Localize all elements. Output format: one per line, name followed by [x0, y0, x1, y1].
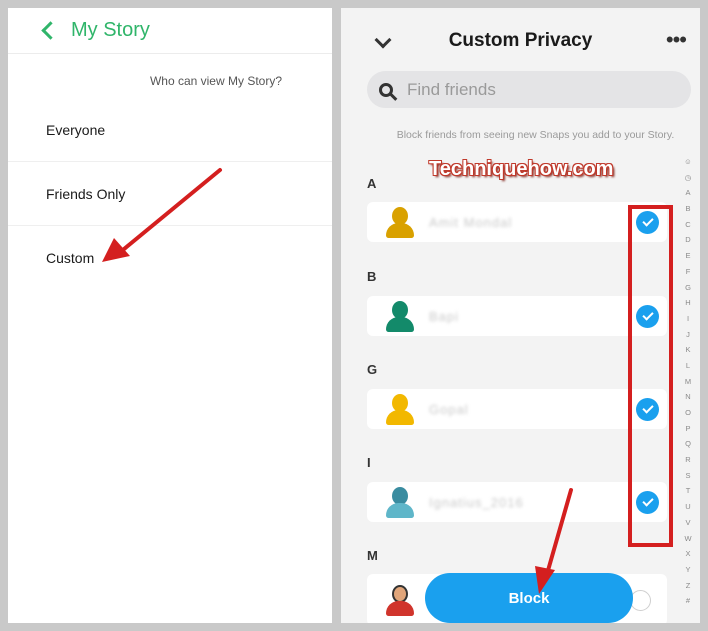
option-custom[interactable]: Custom	[8, 226, 332, 290]
friend-name: Bapi	[429, 308, 460, 324]
alphabet-index-letter[interactable]: J	[686, 327, 690, 343]
alphabet-index-letter[interactable]: ☺	[684, 154, 692, 170]
search-icon	[379, 82, 393, 97]
friend-name: Amit Mondal	[429, 214, 513, 230]
alphabet-index-letter[interactable]: V	[685, 515, 690, 531]
highlight-box	[628, 205, 673, 547]
alphabet-index-letter[interactable]: M	[685, 374, 691, 390]
custom-privacy-panel: Custom Privacy ••• Find friends Block fr…	[341, 8, 700, 623]
alphabet-index-letter[interactable]: W	[684, 531, 691, 547]
alphabet-index-letter[interactable]: L	[686, 358, 690, 374]
friend-row[interactable]: Amit Mondal	[367, 202, 667, 242]
watermark: Techniquehow.com	[429, 158, 614, 180]
alphabet-index-letter[interactable]: X	[685, 546, 690, 562]
alphabet-index-letter[interactable]: Z	[686, 578, 691, 594]
alphabet-index-letter[interactable]: N	[685, 389, 690, 405]
alphabet-index-letter[interactable]: B	[685, 201, 690, 217]
block-button[interactable]: Block	[425, 573, 633, 623]
alphabet-index-letter[interactable]: P	[685, 421, 690, 437]
page-title: My Story	[71, 19, 150, 41]
alphabet-index-letter[interactable]: ◷	[685, 170, 692, 186]
avatar	[385, 206, 415, 238]
avatar	[385, 393, 415, 425]
alphabet-index-letter[interactable]: Q	[685, 436, 691, 452]
alphabet-index-letter[interactable]: S	[685, 468, 690, 484]
alphabet-index-letter[interactable]: R	[685, 452, 690, 468]
friend-name: Gopal	[429, 401, 469, 417]
unchecked-circle-icon[interactable]	[630, 590, 651, 611]
alphabet-index-letter[interactable]: Y	[685, 562, 690, 578]
friend-row[interactable]: Bapi	[367, 296, 667, 336]
alphabet-index-letter[interactable]: C	[685, 217, 690, 233]
section-letter-i: I	[367, 455, 371, 470]
chevron-left-icon[interactable]	[41, 21, 60, 40]
avatar	[385, 300, 415, 332]
alphabet-index-letter[interactable]: #	[686, 593, 690, 609]
my-story-panel: My Story Who can view My Story? Everyone…	[8, 8, 332, 623]
search-input[interactable]: Find friends	[407, 80, 496, 100]
section-letter-b: B	[367, 269, 377, 284]
alphabet-index-letter[interactable]: D	[685, 232, 690, 248]
alphabet-index-letter[interactable]: H	[685, 295, 690, 311]
alphabet-index-letter[interactable]: U	[685, 499, 690, 515]
option-everyone[interactable]: Everyone	[8, 98, 332, 162]
alphabet-index-letter[interactable]: G	[685, 280, 691, 296]
friend-row[interactable]: Ignatius_2016	[367, 482, 667, 522]
alphabet-index-letter[interactable]: K	[685, 342, 690, 358]
alphabet-index-letter[interactable]: I	[687, 311, 689, 327]
section-letter-g: G	[367, 362, 378, 377]
alphabet-index-letter[interactable]: E	[685, 248, 690, 264]
search-bar[interactable]: Find friends	[367, 71, 691, 108]
section-letter-m: M	[367, 548, 378, 563]
friend-name: Ignatius_2016	[429, 494, 524, 510]
avatar	[385, 584, 415, 616]
custom-privacy-header: Custom Privacy •••	[341, 8, 700, 74]
alphabet-index-letter[interactable]: F	[686, 264, 691, 280]
avatar	[385, 486, 415, 518]
more-options-icon[interactable]: •••	[666, 29, 687, 51]
alphabet-index-letter[interactable]: O	[685, 405, 691, 421]
alphabet-index-letter[interactable]: T	[686, 483, 691, 499]
page-title: Custom Privacy	[448, 30, 593, 51]
visibility-question: Who can view My Story?	[149, 74, 282, 88]
friend-row[interactable]: Gopal	[367, 389, 667, 429]
my-story-header: My Story	[8, 8, 332, 54]
option-friends-only[interactable]: Friends Only	[8, 162, 332, 226]
alphabet-index[interactable]: ☺ ◷ A B C D E F G H I J K L M N O P Q R S T U V W X Y Z #	[682, 154, 694, 609]
block-description: Block friends from seeing new Snaps you …	[396, 129, 675, 141]
section-letter-a: A	[367, 176, 377, 191]
alphabet-index-letter[interactable]: A	[685, 185, 690, 201]
